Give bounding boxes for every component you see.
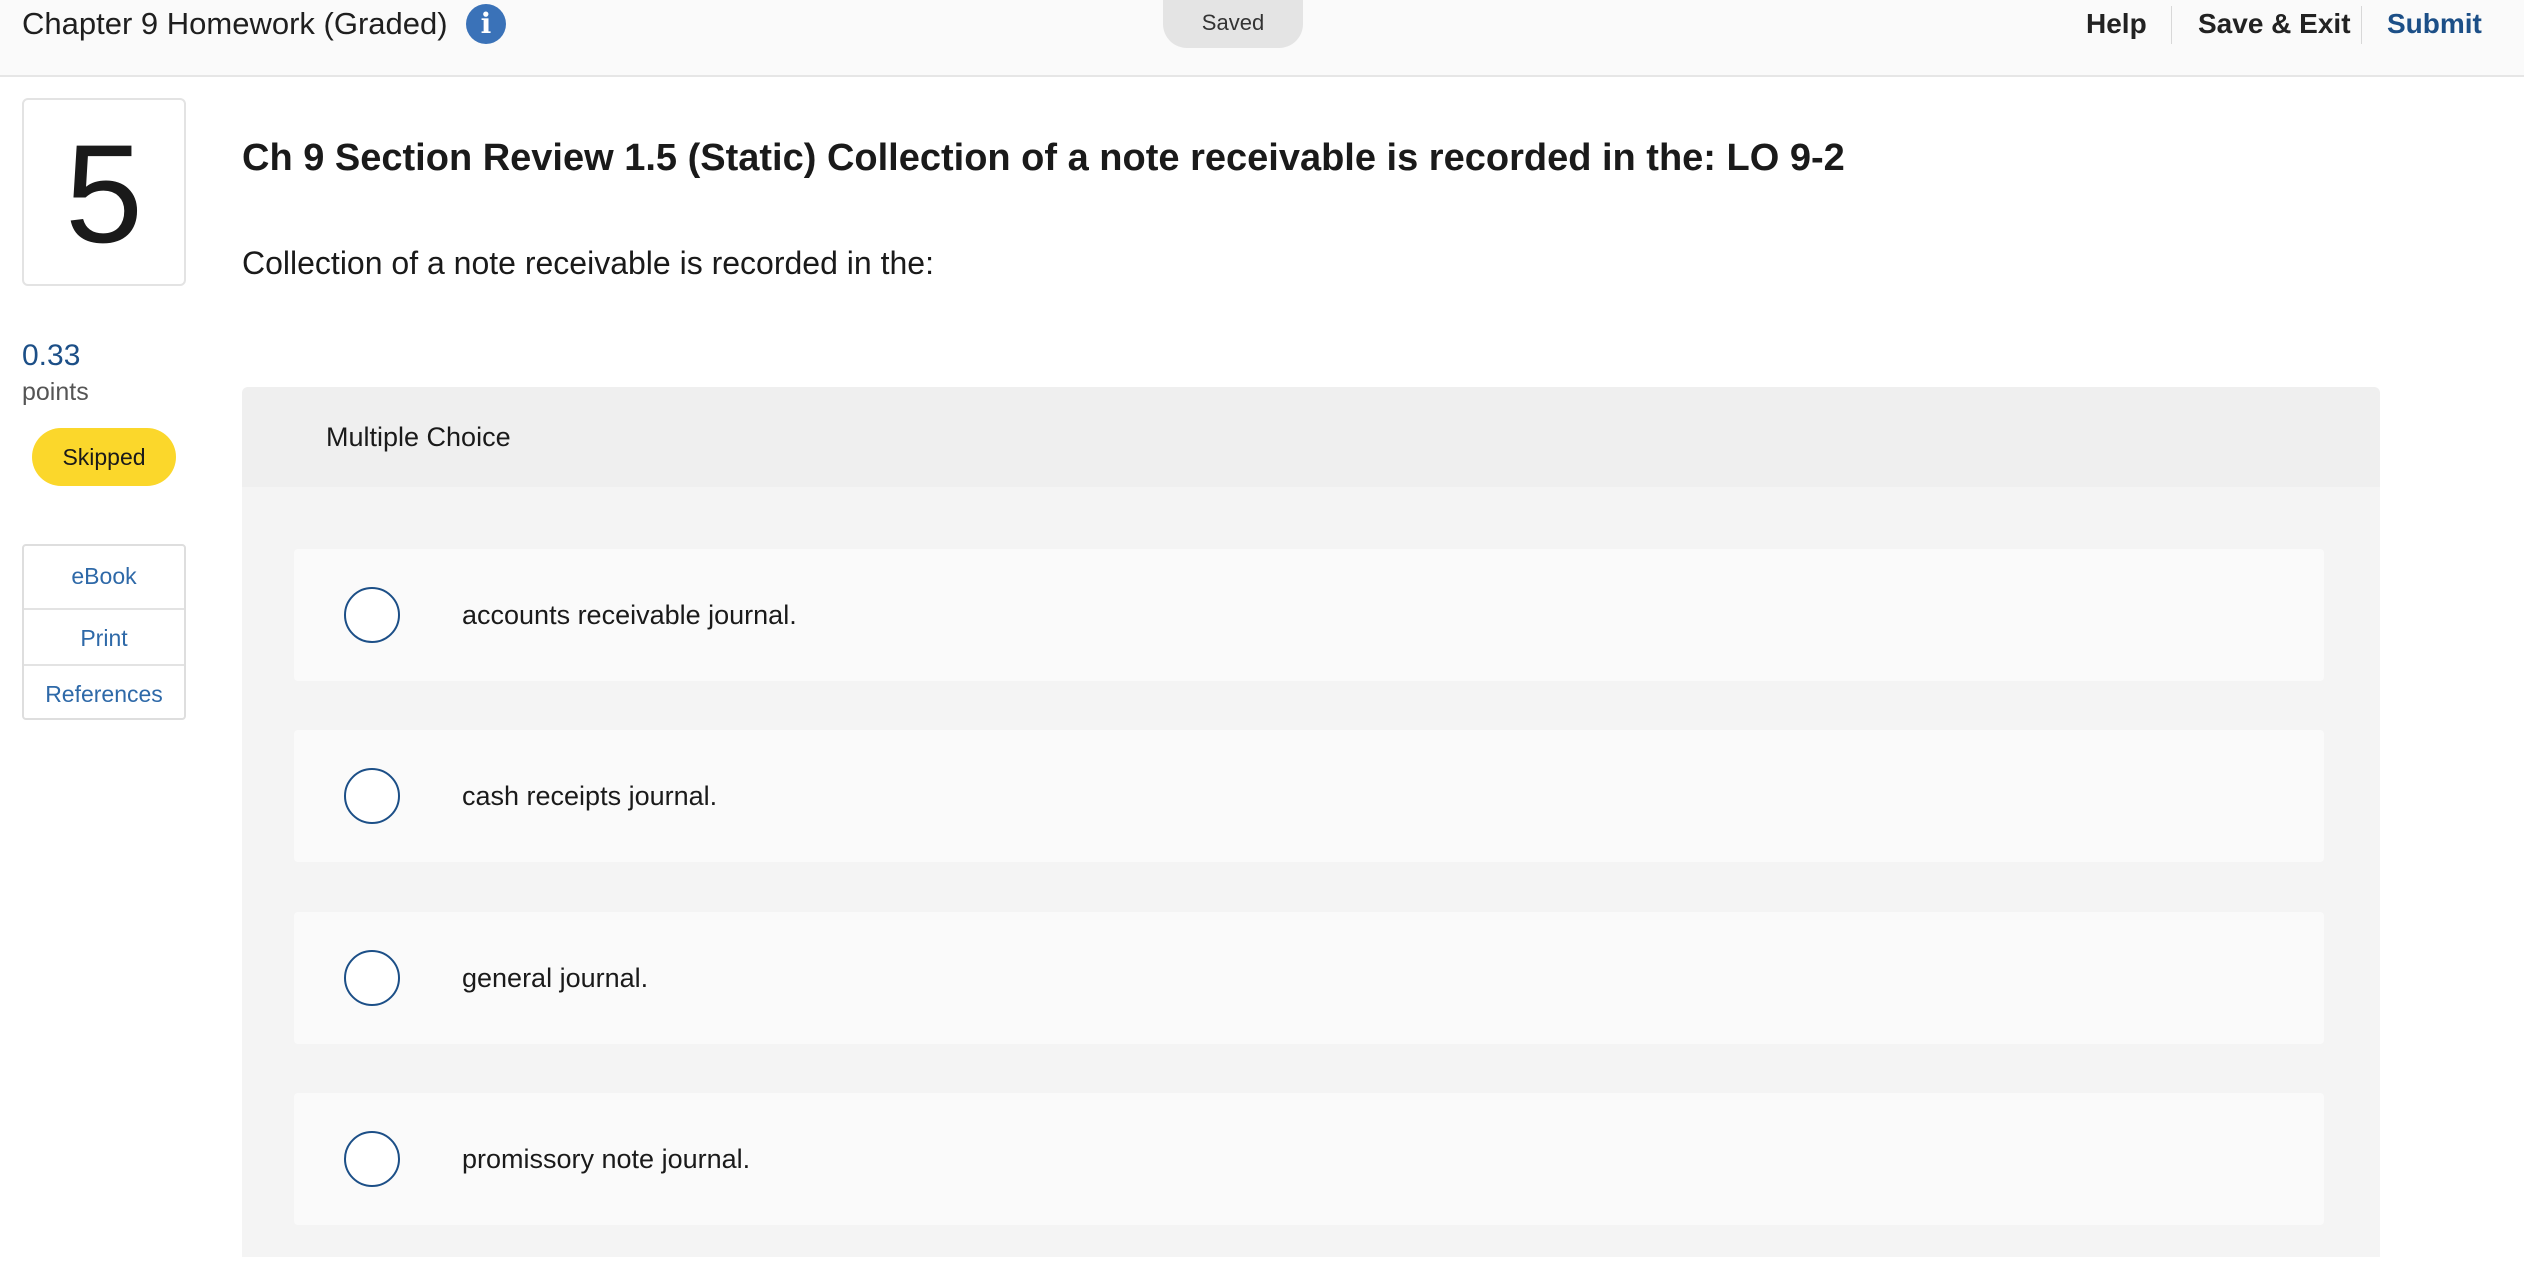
references-link[interactable]: References (24, 664, 184, 720)
submit-link[interactable]: Submit (2387, 4, 2482, 44)
print-link[interactable]: Print (24, 608, 184, 664)
question-prompt: Collection of a note receivable is recor… (242, 245, 934, 281)
multiple-choice-header: Multiple Choice (242, 387, 2380, 487)
points-value: 0.33 (22, 339, 81, 372)
help-link[interactable]: Help (2086, 4, 2147, 44)
multiple-choice-panel: Multiple Choice accounts receivable jour… (242, 387, 2380, 1257)
points-label: points (22, 378, 89, 406)
radio-button[interactable] (344, 950, 400, 1006)
answer-choice-text: accounts receivable journal. (462, 600, 797, 630)
answer-choice[interactable]: general journal. (294, 912, 2324, 1044)
saved-status: Saved (1163, 0, 1303, 48)
ebook-link[interactable]: eBook (24, 548, 184, 604)
nav-divider (2361, 6, 2362, 44)
answer-choice[interactable]: accounts receivable journal. (294, 549, 2324, 681)
question-number: 5 (22, 98, 186, 286)
answer-choice[interactable]: promissory note journal. (294, 1093, 2324, 1225)
status-badge: Skipped (32, 428, 176, 486)
question-tools: eBook Print References (22, 544, 186, 720)
nav-divider (2171, 6, 2172, 44)
question-type-label: Multiple Choice (326, 422, 511, 452)
answer-choice-text: cash receipts journal. (462, 781, 718, 811)
answer-choice-text: promissory note journal. (462, 1144, 751, 1174)
assignment-title: Chapter 9 Homework (Graded) (22, 6, 448, 41)
question-title: Ch 9 Section Review 1.5 (Static) Collect… (242, 137, 1845, 179)
save-exit-link[interactable]: Save & Exit (2198, 4, 2351, 44)
answer-choice-text: general journal. (462, 963, 649, 993)
radio-button[interactable] (344, 1131, 400, 1187)
radio-button[interactable] (344, 768, 400, 824)
answer-choice[interactable]: cash receipts journal. (294, 730, 2324, 862)
info-icon[interactable]: i (466, 4, 506, 44)
radio-button[interactable] (344, 587, 400, 643)
top-header: Chapter 9 Homework (Graded) i Saved Help… (0, 0, 2524, 77)
